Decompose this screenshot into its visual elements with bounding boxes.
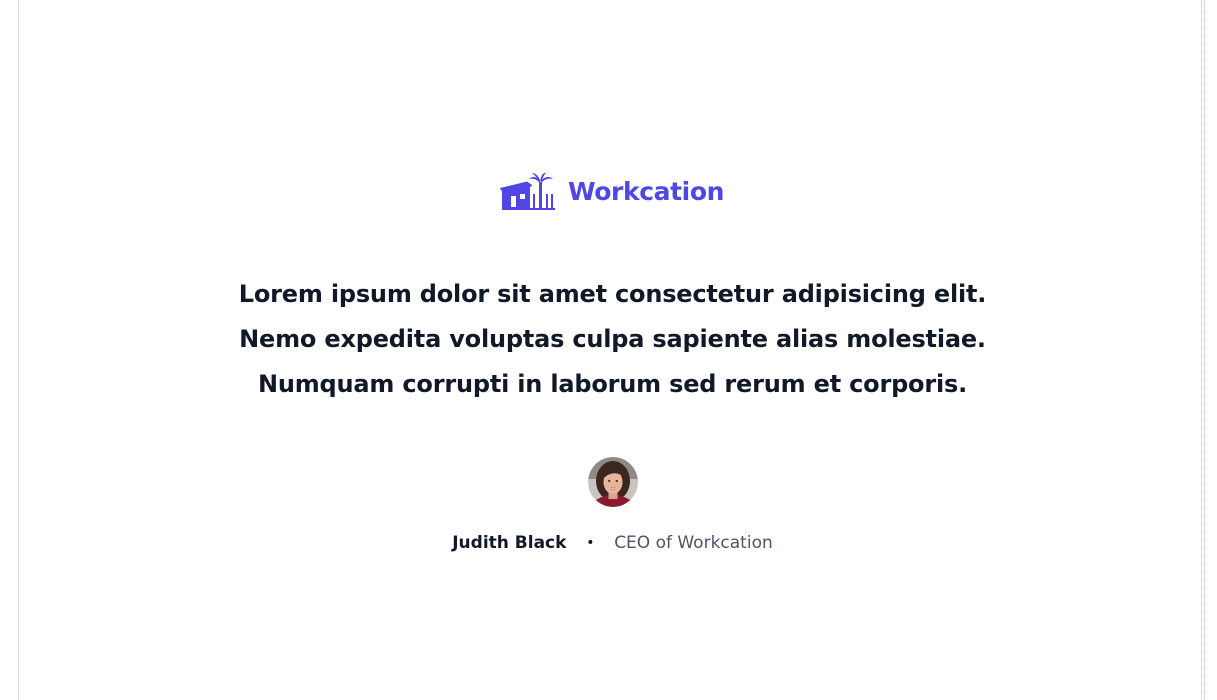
author-name: Judith Black	[452, 533, 567, 553]
dot-separator: •	[586, 535, 595, 551]
testimonial-section: Workcation Lorem ipsum dolor sit amet co…	[19, 0, 1206, 700]
beach-house-palm-icon	[500, 172, 555, 210]
testimonial-quote: Lorem ipsum dolor sit amet consectetur a…	[19, 272, 1206, 407]
quote-line: Numquam corrupti in laborum sed rerum et…	[257, 370, 968, 398]
author-avatar	[588, 457, 638, 507]
author-role: CEO of Workcation	[614, 533, 773, 553]
quote-line: Nemo expedita voluptas culpa sapiente al…	[239, 325, 986, 353]
quote-line: Lorem ipsum dolor sit amet consectetur a…	[238, 280, 987, 308]
page-frame: Workcation Lorem ipsum dolor sit amet co…	[18, 0, 1205, 700]
woman-portrait-avatar	[588, 457, 638, 507]
workcation-logo: Workcation	[500, 172, 724, 212]
brand-name: Workcation	[568, 177, 724, 206]
testimonial-attribution: Judith Black • CEO of Workcation	[19, 530, 1206, 556]
